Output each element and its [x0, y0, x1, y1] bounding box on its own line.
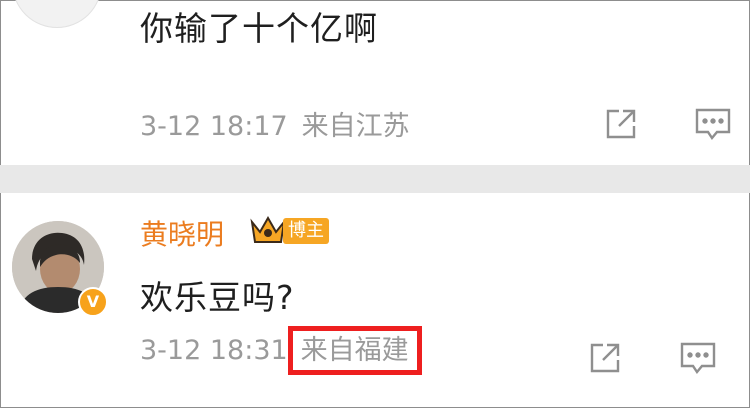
comment-location: 来自福建: [287, 326, 422, 375]
comment-item: 你输了十个亿啊 3-12 18:17 来自江苏: [0, 0, 750, 165]
blogger-badge: 博主: [283, 218, 329, 244]
username[interactable]: 黄晓明: [140, 213, 224, 253]
comment-time: 3-12 18:31: [140, 335, 288, 366]
comment-meta: 3-12 18:31 来自福建: [140, 326, 422, 375]
comment-text: 你输了十个亿啊: [140, 9, 378, 48]
section-divider: [0, 165, 750, 193]
comment-text: 欢乐豆吗?: [140, 278, 295, 317]
share-icon[interactable]: [585, 338, 625, 378]
comment-icon[interactable]: [693, 105, 733, 145]
verified-icon: V: [78, 287, 108, 317]
comment-location: 来自江苏: [301, 111, 410, 142]
comment-icon[interactable]: [678, 339, 718, 379]
comment-meta: 3-12 18:17 来自江苏: [140, 104, 410, 143]
crown-icon: [248, 212, 288, 246]
comment-time: 3-12 18:17: [140, 111, 288, 142]
comment-item: V 黄晓明 博主 欢乐豆吗? 3-12 18:31 来自福建: [0, 193, 750, 408]
avatar[interactable]: [12, 0, 102, 28]
share-icon[interactable]: [601, 104, 641, 144]
